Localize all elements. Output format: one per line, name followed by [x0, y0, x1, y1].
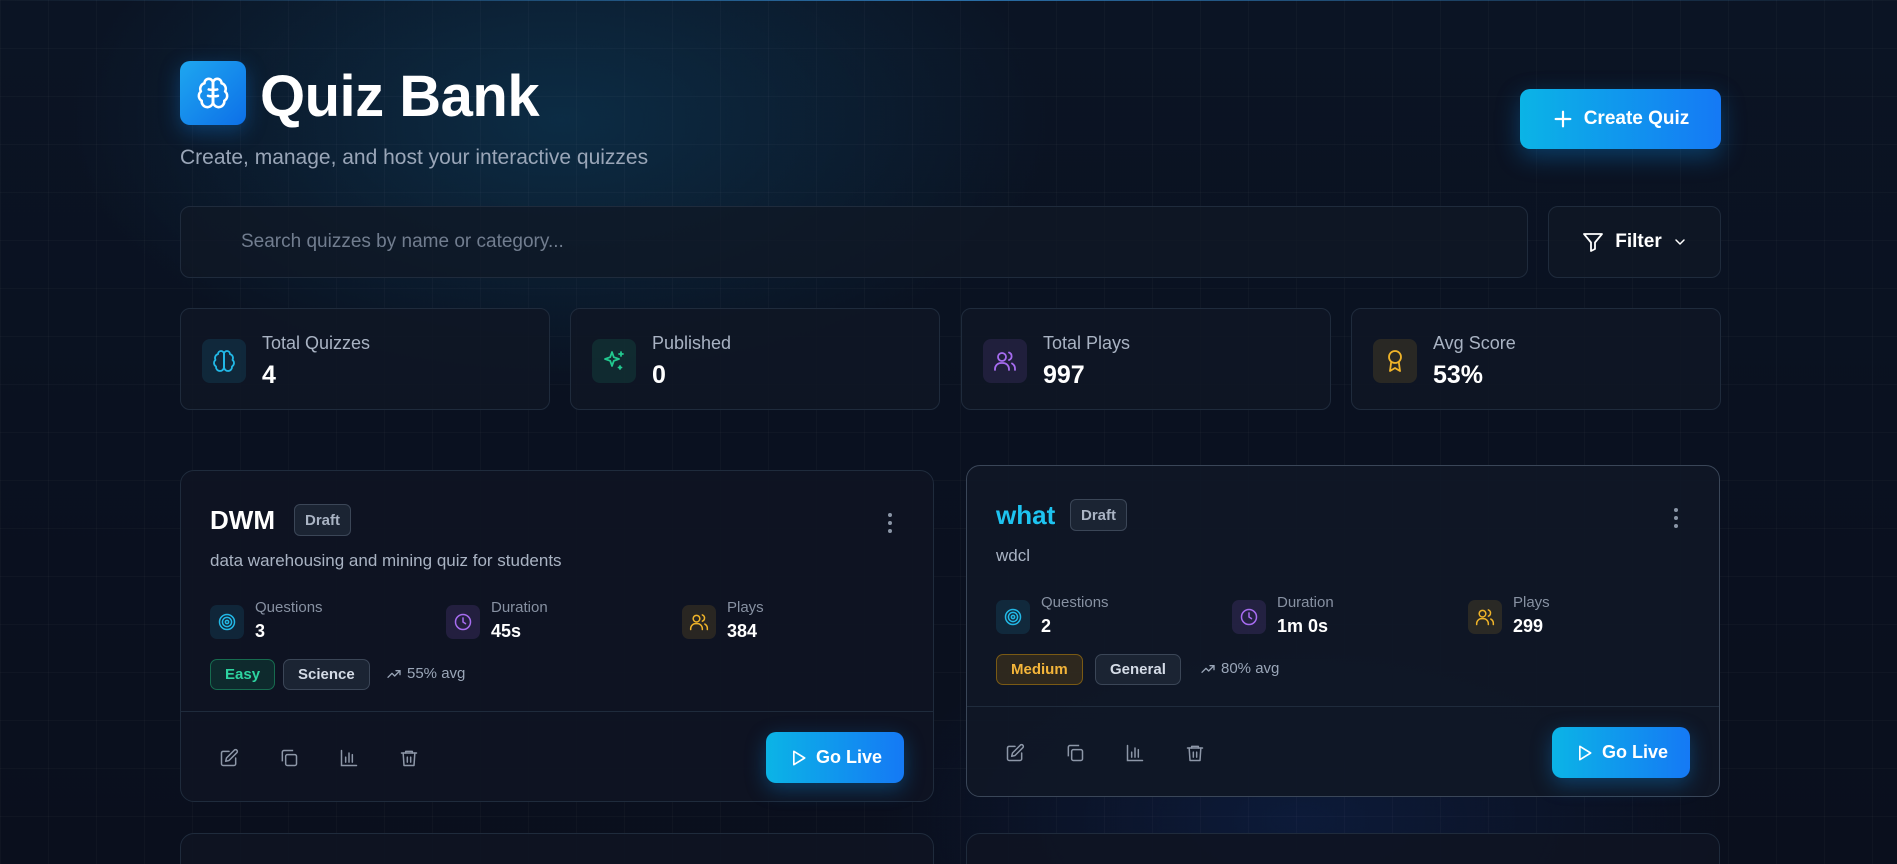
- difficulty-badge: Easy: [210, 659, 276, 690]
- page-title: Quiz Bank: [260, 64, 540, 129]
- metric-label: Duration: [1277, 594, 1334, 611]
- trending-up-icon: [1201, 664, 1215, 673]
- status-badge: Draft: [294, 504, 352, 536]
- brain-icon: [213, 350, 235, 372]
- delete-icon[interactable]: [1181, 739, 1209, 767]
- duplicate-icon[interactable]: [1061, 739, 1089, 767]
- page-header: Quiz Bank Create, manage, and host your …: [180, 0, 1721, 200]
- stat-value: 53%: [1433, 361, 1484, 389]
- quiz-name: DWM: [210, 505, 275, 535]
- chevron-down-icon: [1674, 239, 1685, 245]
- users-icon: [1468, 600, 1502, 634]
- metric-value: 2: [1041, 616, 1052, 636]
- quiz-name: what: [996, 500, 1056, 530]
- stat-icon-wrap: [1373, 339, 1417, 383]
- stat-label: Total Quizzes: [262, 333, 371, 353]
- funnel-icon: [1583, 233, 1604, 252]
- metric-value: 384: [727, 621, 758, 641]
- duplicate-icon[interactable]: [275, 744, 303, 772]
- play-icon: [792, 750, 806, 765]
- search-input[interactable]: Search quizzes by name or category...: [180, 206, 1528, 278]
- create-quiz-button[interactable]: Create Quiz: [1520, 89, 1721, 149]
- users-icon: [994, 351, 1016, 371]
- clock-icon: [1232, 600, 1266, 634]
- card-divider: [181, 711, 933, 712]
- quiz-card-partial: [180, 833, 934, 864]
- more-options-icon[interactable]: [885, 511, 895, 535]
- app-logo: [180, 61, 246, 125]
- create-quiz-label: Create Quiz: [1583, 108, 1690, 129]
- analytics-icon[interactable]: [1121, 739, 1149, 767]
- page-subtitle: Create, manage, and host your interactiv…: [180, 146, 649, 169]
- metric-value: 1m 0s: [1277, 616, 1329, 636]
- go-live-label: Go Live: [1601, 742, 1668, 762]
- main-container: Quiz Bank Create, manage, and host your …: [180, 0, 1721, 864]
- go-live-label: Go Live: [815, 747, 882, 767]
- avg-score: 55% avg: [386, 665, 465, 682]
- stat-icon-wrap: [983, 339, 1027, 383]
- metric-label: Questions: [1041, 594, 1109, 611]
- analytics-icon[interactable]: [335, 744, 363, 772]
- stat-icon-wrap: [592, 339, 636, 383]
- stat-value: 997: [1043, 361, 1085, 389]
- filter-label: Filter: [1615, 231, 1662, 252]
- delete-icon[interactable]: [395, 744, 423, 772]
- metric-label: Plays: [1513, 594, 1550, 611]
- brain-icon: [197, 77, 229, 109]
- stat-card-total-plays: Total Plays 997: [961, 308, 1331, 410]
- trending-up-icon: [387, 669, 401, 678]
- sparkles-icon: [604, 351, 624, 370]
- plus-icon: [1554, 110, 1572, 128]
- metric-label: Questions: [255, 599, 323, 616]
- stat-value: 4: [262, 361, 276, 389]
- stat-value: 0: [652, 361, 666, 389]
- metric-value: 3: [255, 621, 266, 641]
- category-badge: Science: [283, 659, 370, 690]
- edit-icon[interactable]: [1001, 739, 1029, 767]
- card-divider: [967, 706, 1719, 707]
- avg-score-label: 80% avg: [1221, 660, 1280, 677]
- award-icon: [1388, 350, 1402, 372]
- quiz-card: what Draft wdcl Questions 2 Duration 1m …: [966, 465, 1720, 797]
- metric-label: Plays: [727, 599, 764, 616]
- filter-button[interactable]: Filter: [1548, 206, 1721, 278]
- category-badge: General: [1095, 654, 1181, 685]
- quiz-description: wdcl: [996, 546, 1031, 565]
- search-placeholder: Search quizzes by name or category...: [241, 231, 564, 252]
- difficulty-badge: Medium: [996, 654, 1083, 685]
- stat-icon-wrap: [202, 339, 246, 383]
- play-icon: [1578, 745, 1592, 760]
- more-options-icon[interactable]: [1671, 506, 1681, 530]
- stat-card-total-quizzes: Total Quizzes 4: [180, 308, 550, 410]
- stat-label: Published: [652, 333, 732, 353]
- metric-label: Duration: [491, 599, 548, 616]
- go-live-button[interactable]: Go Live: [766, 732, 904, 783]
- stat-card-avg-score: Avg Score 53%: [1351, 308, 1721, 410]
- target-icon: [996, 600, 1030, 634]
- users-icon: [682, 605, 716, 639]
- stat-label: Total Plays: [1043, 333, 1131, 353]
- target-icon: [210, 605, 244, 639]
- go-live-button[interactable]: Go Live: [1552, 727, 1690, 778]
- stat-card-published: Published 0: [570, 308, 940, 410]
- edit-icon[interactable]: [215, 744, 243, 772]
- clock-icon: [446, 605, 480, 639]
- quiz-card: DWM Draft data warehousing and mining qu…: [180, 470, 934, 802]
- quiz-card-partial: [966, 833, 1720, 864]
- metric-value: 45s: [491, 621, 522, 641]
- avg-score: 80% avg: [1200, 660, 1279, 677]
- quiz-description: data warehousing and mining quiz for stu…: [210, 551, 562, 570]
- avg-score-label: 55% avg: [407, 665, 466, 682]
- stat-label: Avg Score: [1433, 333, 1516, 353]
- metric-value: 299: [1513, 616, 1544, 636]
- status-badge: Draft: [1070, 499, 1128, 531]
